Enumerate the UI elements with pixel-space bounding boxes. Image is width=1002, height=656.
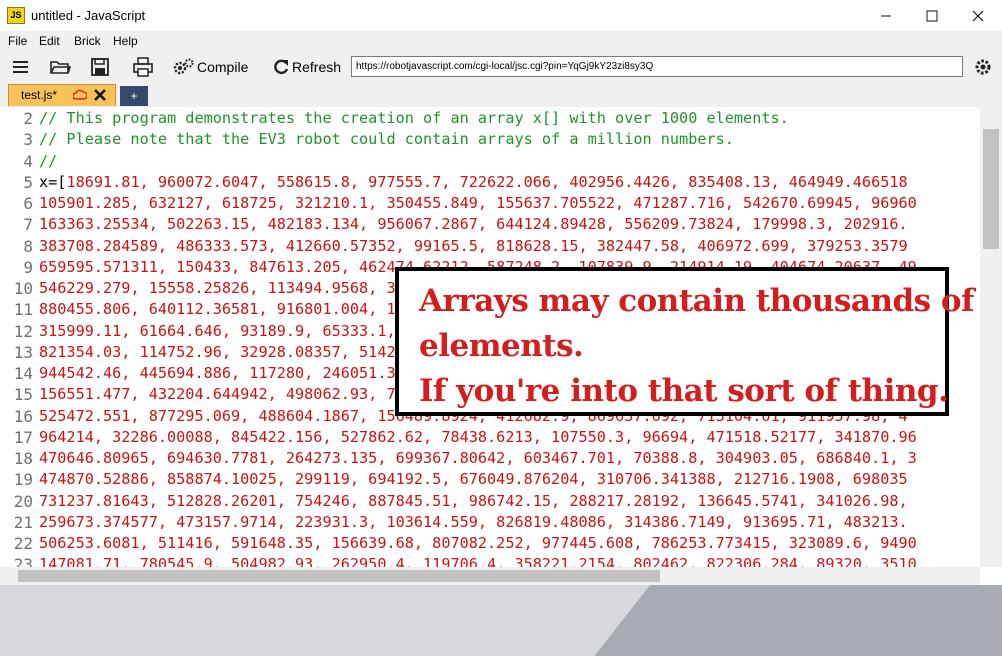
new-tab-button[interactable]: +: [120, 86, 148, 106]
line-number: 8: [23, 236, 33, 256]
line-number: 12: [13, 321, 33, 341]
array-declaration: x=[: [39, 172, 67, 191]
array-values: 474870.52886, 858874.10025, 299119, 6941…: [39, 470, 908, 489]
line-number: 5: [23, 172, 33, 192]
vertical-scrollbar[interactable]: [980, 107, 1002, 567]
line-number: 11: [13, 300, 33, 320]
array-values: 731237.81643, 512828.26201, 754246, 8878…: [39, 491, 908, 510]
line-number: 9: [23, 257, 33, 277]
horizontal-scroll-thumb[interactable]: [18, 570, 660, 582]
code-comment-line: // This program demonstrates the creatio…: [39, 109, 789, 127]
line-number: 2: [23, 109, 33, 128]
line-number-gutter: 2 3 4 5 6 7 8 9 10 11 12 13 14 15 16 17 18 19 20 21 22 23: [0, 107, 36, 567]
menu-bar: File Edit Brick Help: [0, 31, 1002, 52]
refresh-label: Refresh: [292, 59, 342, 75]
code-array-line: 259673.374577, 473157.9714, 223931.3, 10…: [39, 512, 908, 533]
code-array-line: 731237.81643, 512828.26201, 754246, 8878…: [39, 491, 908, 512]
line-number: 23: [13, 555, 33, 567]
line-number: 19: [13, 470, 33, 490]
code-array-line: 964214, 32286.00088, 845422.156, 527862.…: [39, 427, 917, 448]
line-number: 14: [13, 364, 33, 383]
window-title: untitled - JavaScript: [31, 8, 146, 23]
code-array-line: 474870.52886, 858874.10025, 299119, 6941…: [39, 469, 908, 490]
code-array-line: 470646.80965, 694630.7781, 264273.135, 6…: [39, 448, 917, 469]
line-number: 13: [13, 342, 33, 362]
array-values: 506253.6081, 511416, 591648.35, 156639.6…: [39, 534, 917, 552]
horizontal-scrollbar[interactable]: [0, 567, 980, 585]
line-number: 3: [23, 130, 33, 150]
array-values: 964214, 32286.00088, 845422.156, 527862.…: [39, 427, 917, 446]
code-array-line: 506253.6081, 511416, 591648.35, 156639.6…: [39, 533, 917, 554]
code-array-line: 383708.284589, 486333.573, 412660.57352,…: [39, 236, 908, 257]
url-field[interactable]: https://robotjavascript.com/cgi-local/js…: [351, 56, 963, 77]
save-icon[interactable]: [89, 56, 111, 78]
line-number: 6: [23, 194, 33, 213]
close-tab-icon[interactable]: [93, 88, 107, 105]
menu-help[interactable]: Help: [113, 34, 138, 48]
array-values: 105901.285, 632127, 618725, 321210.1, 35…: [39, 194, 917, 212]
array-values: 259673.374577, 473157.9714, 223931.3, 10…: [39, 512, 908, 531]
line-number: 22: [13, 534, 33, 553]
annotation-callout: Arrays may contain thousands of elements…: [395, 267, 974, 416]
compile-button[interactable]: Compile: [173, 56, 248, 78]
callout-line-1: Arrays may contain thousands of: [419, 283, 974, 319]
array-values: 470646.80965, 694630.7781, 264273.135, 6…: [39, 449, 917, 467]
background-shade: [579, 585, 1002, 656]
array-values: 147081.71, 780545.9, 504982.93, 262950.4…: [39, 555, 917, 567]
gears-icon: [173, 58, 194, 75]
line-number: 16: [13, 406, 33, 426]
code-comment-line: // Please note that the EV3 robot could …: [39, 130, 734, 149]
title-bar: JS untitled - JavaScript: [0, 0, 1002, 31]
code-array-line: 147081.71, 780545.9, 504982.93, 262950.4…: [39, 554, 917, 567]
array-values: 383708.284589, 486333.573, 412660.57352,…: [39, 236, 908, 255]
print-icon[interactable]: [132, 56, 154, 78]
line-number: 10: [13, 279, 33, 298]
tab-label: test.js*: [21, 88, 58, 102]
line-number: 21: [13, 512, 33, 532]
callout-line-2: elements.: [419, 328, 584, 364]
menu-brick[interactable]: Brick: [74, 34, 101, 48]
menu-edit[interactable]: Edit: [39, 34, 60, 48]
line-number: 18: [13, 449, 33, 468]
compile-label: Compile: [197, 59, 249, 75]
line-number: 20: [13, 491, 33, 511]
line-number: 17: [13, 427, 33, 447]
desktop-background: [0, 585, 1002, 656]
array-values: 18691.81, 960072.6047, 558615.8, 977555.…: [66, 172, 908, 191]
hamburger-menu-icon[interactable]: [10, 56, 32, 78]
gear-icon[interactable]: [972, 56, 994, 78]
app-icon: JS: [7, 7, 25, 24]
array-values: 163363.25534, 502263.15, 482183.134, 956…: [39, 215, 908, 234]
close-icon[interactable]: [955, 0, 1001, 31]
maximize-icon[interactable]: [909, 0, 955, 31]
tab-test-js[interactable]: test.js*: [8, 84, 116, 106]
refresh-button[interactable]: Refresh: [272, 56, 341, 78]
menu-file[interactable]: File: [8, 34, 27, 48]
minimize-icon[interactable]: [863, 0, 909, 31]
code-array-line: 163363.25534, 502263.15, 482183.134, 956…: [39, 214, 908, 235]
line-number: 15: [13, 385, 33, 405]
callout-line-3: If you're into that sort of thing.: [419, 373, 949, 409]
code-comment-line: //: [39, 151, 58, 170]
refresh-icon: [274, 59, 289, 75]
line-number: 7: [23, 215, 33, 235]
tab-strip: [0, 82, 1002, 108]
cloud-icon: [72, 89, 88, 104]
code-array-line: x=[18691.81, 960072.6047, 558615.8, 9775…: [39, 172, 908, 193]
code-array-line: 105901.285, 632127, 618725, 321210.1, 35…: [39, 193, 917, 214]
line-number: 4: [23, 151, 33, 171]
open-folder-icon[interactable]: [49, 56, 71, 78]
vertical-scroll-thumb[interactable]: [983, 129, 999, 249]
